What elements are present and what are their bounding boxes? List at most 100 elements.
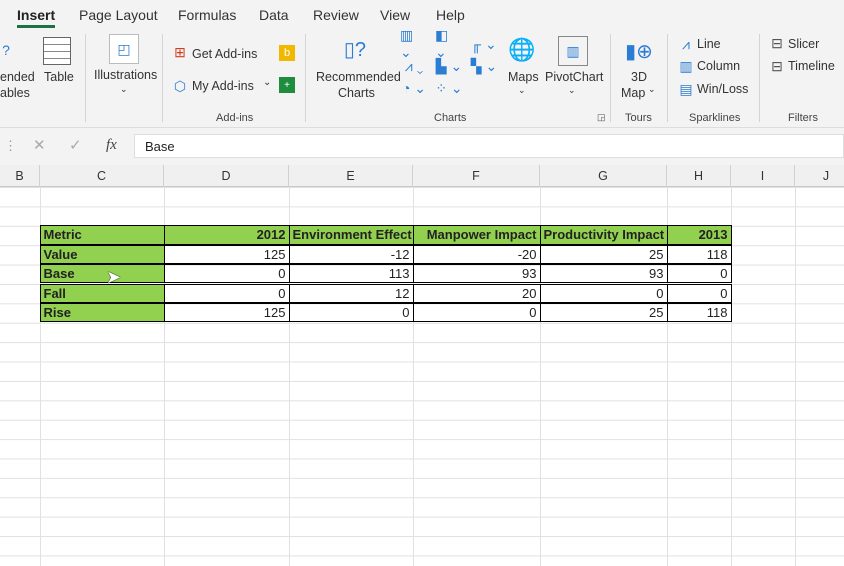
table-header-cell[interactable]: Metric (39, 225, 165, 245)
table-header-cell[interactable]: 2012 (163, 225, 290, 245)
gridline (795, 187, 796, 566)
label: Illustrations (94, 68, 158, 82)
table-cell[interactable]: 0 (163, 264, 290, 284)
shapes-icon: ◰ (109, 34, 139, 64)
label: Get Add-ins (192, 47, 258, 61)
table-cell[interactable]: Value (39, 244, 165, 265)
insert-function-button[interactable]: fx (106, 137, 117, 154)
table-cell[interactable]: 125 (163, 302, 290, 323)
column-header-j[interactable]: J (795, 165, 844, 187)
label: Charts (338, 86, 375, 100)
chevron-down-icon: ⌄ (568, 85, 576, 95)
tab-formulas[interactable]: Formulas (178, 7, 236, 23)
line-chart-icon[interactable]: ⩘ ⌄ (400, 57, 428, 75)
column-header-f[interactable]: F (413, 165, 540, 187)
label: Slicer (788, 37, 820, 51)
column-header-d[interactable]: D (164, 165, 289, 187)
enter-icon[interactable]: ✓ (69, 136, 82, 154)
table-cell[interactable]: 93 (412, 264, 541, 284)
column-header-g[interactable]: G (540, 165, 667, 187)
globe-icon: 🌐 (508, 37, 536, 62)
label: Recommended (316, 70, 401, 84)
table-header-cell[interactable]: Productivity Impact (539, 225, 668, 245)
cancel-icon[interactable]: ✕ (33, 136, 46, 154)
bing-icon[interactable]: b (279, 45, 295, 61)
column-header-e[interactable]: E (289, 165, 413, 187)
label: Column (697, 59, 741, 73)
group-label-charts: Charts (434, 112, 467, 124)
group-label-tours: Tours (625, 112, 652, 124)
label: Map (621, 86, 646, 100)
label: Win/Loss (697, 82, 749, 96)
hierarchy-chart-icon[interactable]: ◧ ⌄ (435, 27, 463, 60)
table-cell[interactable]: 118 (666, 244, 732, 265)
tab-data[interactable]: Data (259, 7, 289, 23)
sparkline-line-icon: ⩘ (682, 35, 690, 52)
table-cell[interactable]: Rise (39, 302, 165, 323)
tab-help[interactable]: Help (436, 7, 465, 23)
pivottable-icon: ? (2, 42, 10, 58)
table-cell[interactable]: 0 (288, 302, 414, 323)
table-cell[interactable]: -12 (288, 244, 414, 265)
table-cell[interactable]: 113 (288, 264, 414, 284)
label: ables (0, 86, 30, 100)
table-cell[interactable]: -20 (412, 244, 541, 265)
label: Maps (508, 70, 539, 84)
table-header-cell[interactable]: 2013 (666, 225, 732, 245)
dialog-launcher-icon[interactable]: ◲ (597, 112, 606, 123)
tab-page-layout[interactable]: Page Layout (79, 7, 158, 23)
sparkline-column-icon: ▥ (679, 57, 693, 74)
formula-bar: ⋮ ✕ ✓ fx Base (0, 128, 844, 165)
chevron-down-icon: ⌄ (518, 85, 526, 95)
table-cell[interactable]: 20 (412, 283, 541, 303)
scatter-chart-icon[interactable]: ⁘ ⌄ (435, 79, 463, 97)
table-cell[interactable]: 125 (163, 244, 290, 265)
table-cell[interactable]: 118 (666, 302, 732, 323)
ribbon-tabs: Insert Page Layout Formulas Data Review … (0, 0, 844, 30)
people-graph-icon[interactable]: + (279, 77, 295, 93)
ribbon: ? ended ables Table ◰ Illustrations ⌄ ⊞ … (0, 27, 844, 128)
formula-input[interactable]: Base (134, 134, 844, 158)
tab-insert[interactable]: Insert (17, 7, 56, 28)
pie-chart-icon[interactable]: ◔ ⌄ (400, 79, 428, 97)
statistic-chart-icon[interactable]: ▙ ⌄ (435, 57, 463, 75)
table-cell[interactable]: Fall (39, 283, 165, 303)
pivotchart-icon: ▥ (558, 36, 588, 66)
table-cell[interactable]: 0 (539, 283, 668, 303)
chevron-down-icon: ⌄ (648, 84, 656, 94)
table-header-cell[interactable]: Manpower Impact (412, 225, 541, 245)
sparkline-winloss-icon: ▤ (679, 80, 693, 97)
table-cell[interactable]: 0 (666, 283, 732, 303)
column-header-h[interactable]: H (667, 165, 731, 187)
table-cell[interactable]: 0 (163, 283, 290, 303)
table-cell[interactable]: 25 (539, 302, 668, 323)
table-cell[interactable]: 0 (666, 264, 732, 284)
recommended-charts-icon: ▯? (343, 38, 367, 61)
table-cell[interactable]: 0 (412, 302, 541, 323)
waterfall-chart-icon[interactable]: ╓ ⌄ (470, 35, 498, 53)
table-cell[interactable]: 12 (288, 283, 414, 303)
table-cell[interactable]: 93 (539, 264, 668, 284)
timeline-icon: ⊟ (771, 57, 783, 74)
table-icon (43, 37, 71, 65)
label: Table (44, 70, 74, 84)
drag-handle-icon: ⋮ (4, 138, 17, 153)
column-header-i[interactable]: I (731, 165, 795, 187)
slicer-icon: ⊟ (771, 34, 783, 51)
combo-chart-icon[interactable]: ▚ ⌄ (470, 57, 498, 75)
column-header-b[interactable]: B (0, 165, 40, 187)
mouse-cursor-icon: ➤ (106, 267, 122, 287)
tab-review[interactable]: Review (313, 7, 359, 23)
group-label-sparklines: Sparklines (689, 112, 741, 124)
tab-view[interactable]: View (380, 7, 410, 23)
chevron-down-icon: ⌄ (120, 84, 128, 94)
label: My Add-ins (192, 79, 254, 93)
column-headers: BCDEFGHIJ (0, 165, 844, 187)
column-header-c[interactable]: C (40, 165, 164, 187)
table-cell[interactable]: 25 (539, 244, 668, 265)
column-chart-icon[interactable]: ▥ ⌄ (400, 27, 428, 60)
table-header-cell[interactable]: Environment Effect (288, 225, 414, 245)
table-cell[interactable]: Base (39, 264, 165, 284)
3d-map-icon: ▮⊕ (625, 40, 653, 63)
store-icon: ⊞ (174, 43, 186, 60)
